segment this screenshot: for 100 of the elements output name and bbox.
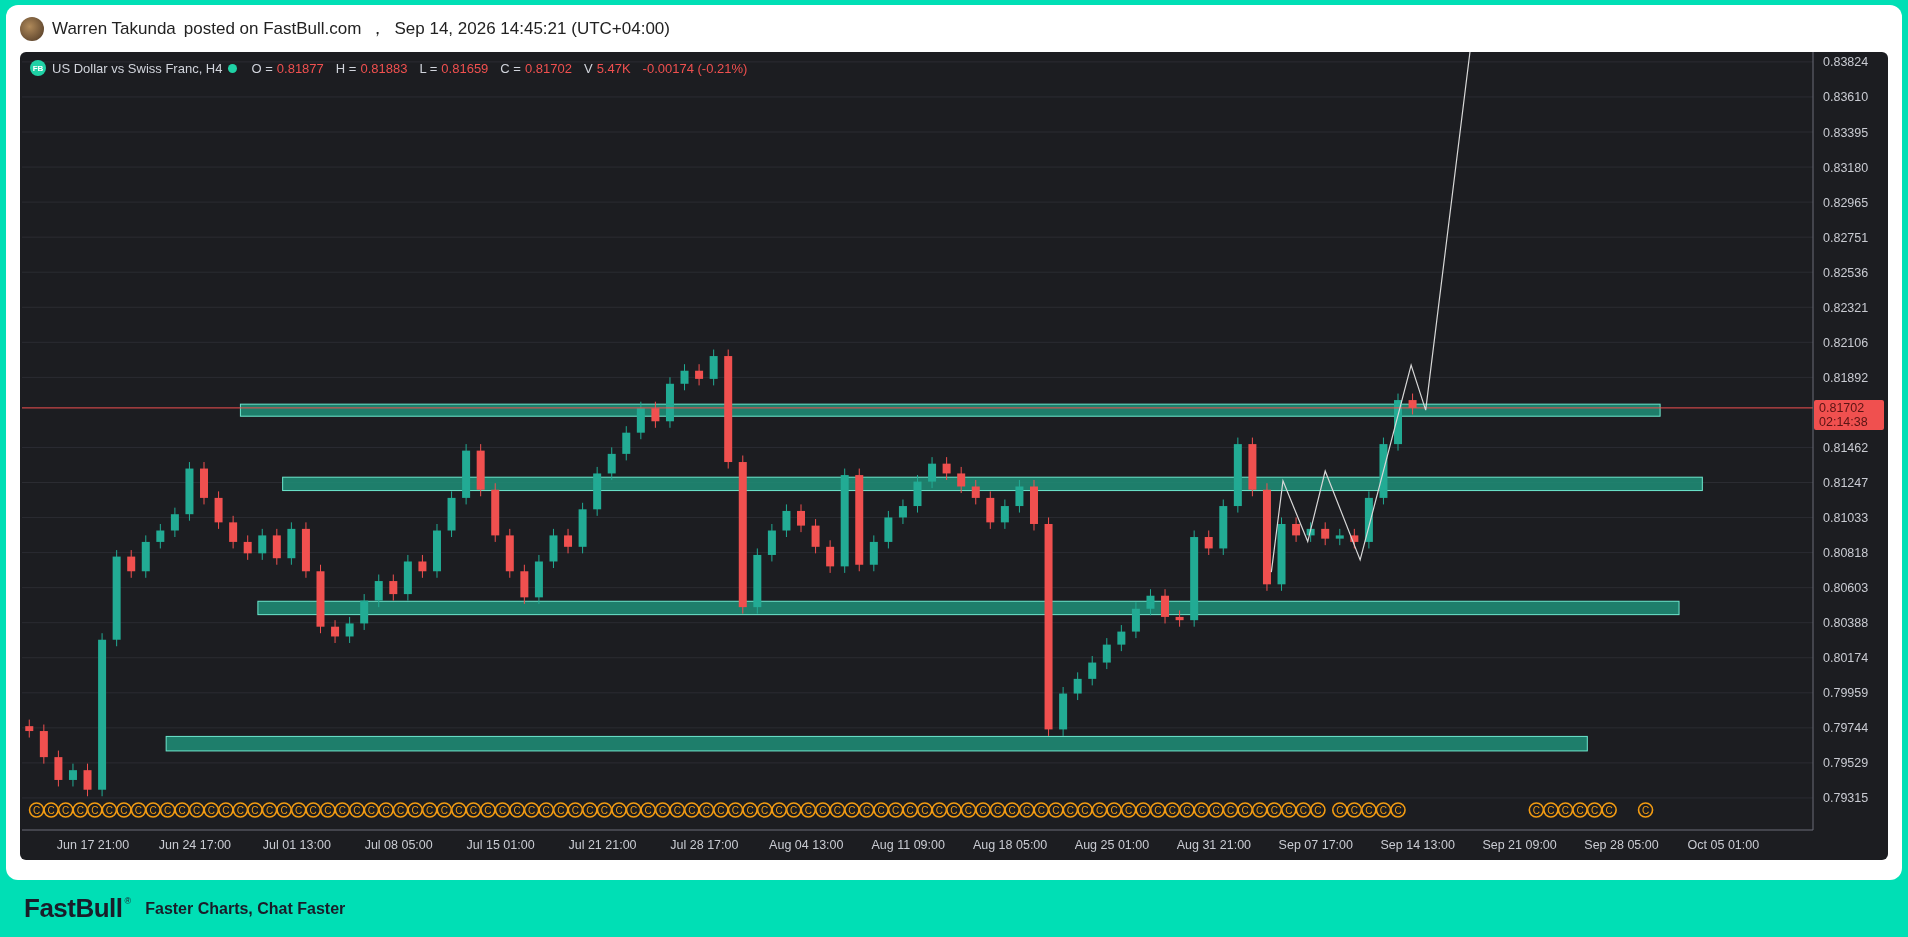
event-marker[interactable]: C bbox=[1528, 802, 1545, 818]
event-marker[interactable]: C bbox=[785, 802, 802, 818]
event-marker[interactable]: C bbox=[800, 802, 817, 818]
event-marker[interactable]: C bbox=[218, 802, 234, 818]
event-marker[interactable]: C bbox=[1543, 802, 1559, 818]
event-marker[interactable]: C bbox=[1120, 802, 1137, 818]
event-marker[interactable]: C bbox=[1637, 802, 1654, 818]
event-marker[interactable]: C bbox=[1572, 802, 1588, 818]
event-marker[interactable]: C bbox=[232, 802, 249, 818]
event-marker[interactable]: C bbox=[1106, 802, 1122, 818]
event-marker[interactable]: C bbox=[975, 802, 991, 818]
event-marker[interactable]: C bbox=[1149, 802, 1166, 818]
event-marker[interactable]: C bbox=[72, 802, 89, 818]
event-marker[interactable]: C bbox=[960, 802, 977, 818]
event-marker[interactable]: C bbox=[1091, 802, 1108, 818]
event-marker[interactable]: C bbox=[1586, 802, 1603, 818]
event-marker[interactable]: C bbox=[392, 802, 409, 818]
event-marker[interactable]: C bbox=[378, 802, 394, 818]
event-marker[interactable]: C bbox=[625, 802, 642, 818]
event-marker[interactable]: C bbox=[101, 802, 118, 818]
event-marker[interactable]: C bbox=[684, 802, 700, 818]
event-marker[interactable]: C bbox=[858, 802, 875, 818]
event-marker[interactable]: C bbox=[742, 802, 758, 818]
event-marker[interactable]: C bbox=[188, 802, 205, 818]
event-marker[interactable]: C bbox=[1077, 802, 1093, 818]
event-marker[interactable]: C bbox=[640, 802, 656, 818]
event-marker[interactable]: C bbox=[1601, 802, 1617, 818]
event-marker[interactable]: C bbox=[1004, 802, 1020, 818]
event-marker[interactable]: C bbox=[1266, 802, 1283, 818]
event-marker[interactable]: C bbox=[174, 802, 190, 818]
event-marker[interactable]: C bbox=[538, 802, 554, 818]
event-marker[interactable]: C bbox=[57, 802, 74, 818]
event-marker[interactable]: C bbox=[363, 802, 380, 818]
event-marker[interactable]: C bbox=[873, 802, 889, 818]
event-marker[interactable]: C bbox=[1062, 802, 1079, 818]
event-marker[interactable]: C bbox=[669, 802, 686, 818]
event-marker[interactable]: C bbox=[480, 802, 496, 818]
event-marker[interactable]: C bbox=[582, 802, 598, 818]
event-marker[interactable]: C bbox=[1179, 802, 1195, 818]
event-marker[interactable]: C bbox=[43, 802, 59, 818]
event-marker[interactable]: C bbox=[713, 802, 729, 818]
event-marker[interactable]: C bbox=[1048, 802, 1064, 818]
event-marker[interactable]: C bbox=[756, 802, 773, 818]
event-marker[interactable]: C bbox=[159, 802, 176, 818]
event-marker[interactable]: C bbox=[436, 802, 453, 818]
event-marker[interactable]: C bbox=[829, 802, 846, 818]
event-marker[interactable]: C bbox=[421, 802, 438, 818]
event-marker[interactable]: C bbox=[917, 802, 933, 818]
event-marker[interactable]: C bbox=[203, 802, 220, 818]
event-marker[interactable]: C bbox=[1346, 802, 1363, 818]
event-marker[interactable]: C bbox=[1033, 802, 1050, 818]
event-marker[interactable]: C bbox=[727, 802, 744, 818]
event-marker[interactable]: C bbox=[87, 802, 103, 818]
event-marker[interactable]: C bbox=[407, 802, 423, 818]
event-marker[interactable]: C bbox=[247, 802, 263, 818]
event-marker[interactable]: C bbox=[1018, 802, 1035, 818]
event-marker[interactable]: C bbox=[494, 802, 511, 818]
event-marker[interactable]: C bbox=[1222, 802, 1239, 818]
event-marker[interactable]: C bbox=[1331, 802, 1348, 818]
event-marker[interactable]: C bbox=[931, 802, 948, 818]
event-marker[interactable]: C bbox=[523, 802, 540, 818]
event-marker[interactable]: C bbox=[1390, 802, 1406, 818]
event-marker[interactable]: C bbox=[654, 802, 671, 818]
event-marker[interactable]: C bbox=[596, 802, 613, 818]
event-marker[interactable]: C bbox=[1135, 802, 1151, 818]
event-marker[interactable]: C bbox=[28, 802, 45, 818]
event-marker[interactable]: C bbox=[698, 802, 715, 818]
event-marker[interactable]: C bbox=[145, 802, 161, 818]
event-marker[interactable]: C bbox=[465, 802, 482, 818]
event-marker[interactable]: C bbox=[1208, 802, 1224, 818]
event-marker[interactable]: C bbox=[844, 802, 860, 818]
event-marker[interactable]: C bbox=[1375, 802, 1392, 818]
event-marker[interactable]: C bbox=[116, 802, 132, 818]
event-marker[interactable]: C bbox=[319, 802, 336, 818]
event-marker[interactable]: C bbox=[552, 802, 569, 818]
event-marker[interactable]: C bbox=[902, 802, 918, 818]
event-marker[interactable]: C bbox=[509, 802, 525, 818]
event-marker[interactable]: C bbox=[261, 802, 278, 818]
event-marker[interactable]: C bbox=[567, 802, 584, 818]
event-marker[interactable]: C bbox=[1557, 802, 1574, 818]
event-marker[interactable]: C bbox=[334, 802, 351, 818]
event-marker[interactable]: C bbox=[815, 802, 831, 818]
event-marker[interactable]: C bbox=[989, 802, 1006, 818]
event-marker[interactable]: C bbox=[451, 802, 467, 818]
event-marker[interactable]: C bbox=[130, 802, 147, 818]
event-marker[interactable]: C bbox=[1164, 802, 1181, 818]
event-marker[interactable]: C bbox=[276, 802, 292, 818]
event-marker[interactable]: C bbox=[349, 802, 365, 818]
event-marker[interactable]: C bbox=[1310, 802, 1326, 818]
event-marker[interactable]: C bbox=[771, 802, 787, 818]
event-marker[interactable]: C bbox=[1361, 802, 1377, 818]
event-marker[interactable]: C bbox=[1295, 802, 1312, 818]
event-marker[interactable]: C bbox=[1193, 802, 1210, 818]
event-marker[interactable]: C bbox=[611, 802, 627, 818]
event-marker[interactable]: C bbox=[1251, 802, 1268, 818]
event-marker[interactable]: C bbox=[290, 802, 307, 818]
event-marker[interactable]: C bbox=[887, 802, 904, 818]
event-marker[interactable]: C bbox=[1281, 802, 1297, 818]
event-marker[interactable]: C bbox=[946, 802, 962, 818]
event-marker[interactable]: C bbox=[305, 802, 322, 818]
